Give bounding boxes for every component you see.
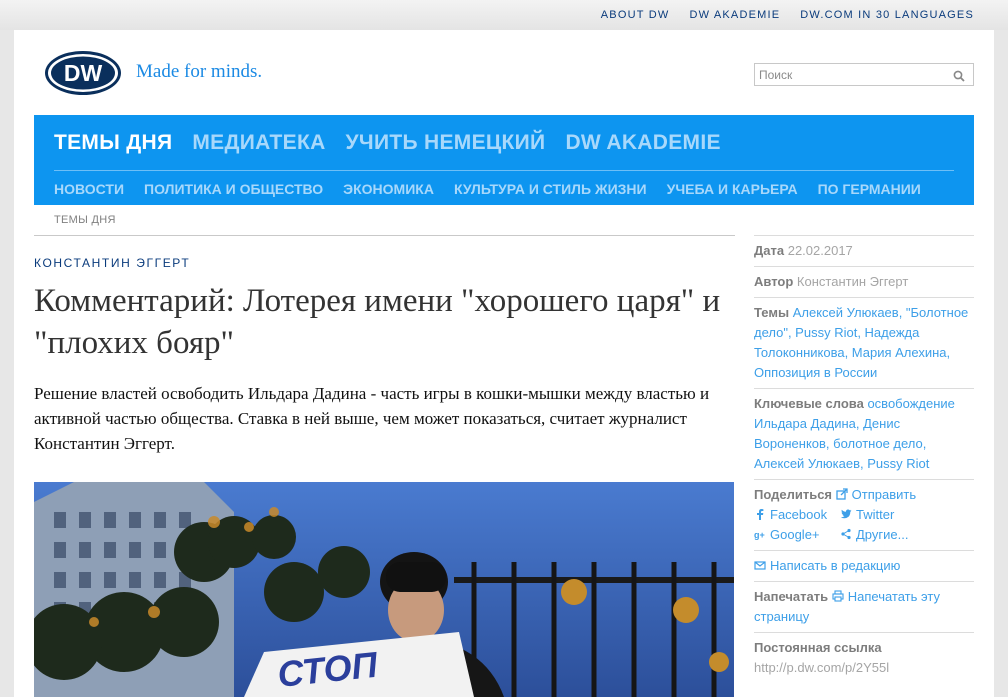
main-navigation: ТЕМЫ ДНЯ МЕДИАТЕКА УЧИТЬ НЕМЕЦКИЙ DW AKA… <box>34 115 974 205</box>
google-plus-icon: g+ <box>754 530 765 540</box>
utility-links: ABOUT DW DW AKADEMIE DW.COM IN 30 LANGUA… <box>601 9 974 21</box>
content-divider <box>34 235 735 236</box>
tagline: Made for minds. <box>136 61 263 82</box>
nav-tab-learn-german[interactable]: УЧИТЬ НЕМЕЦКИЙ <box>346 131 546 155</box>
subnav-economy[interactable]: ЭКОНОМИКА <box>343 181 434 197</box>
share-other-link[interactable]: Другие... <box>840 525 960 545</box>
other-label: Другие... <box>856 527 909 542</box>
write-editor-link[interactable]: Написать в редакцию <box>754 558 900 573</box>
search-icon[interactable] <box>953 69 965 82</box>
date-label: Дата <box>754 243 785 258</box>
subnav-politics[interactable]: ПОЛИТИКА И ОБЩЕСТВО <box>144 181 323 197</box>
subnav-news[interactable]: НОВОСТИ <box>54 181 124 197</box>
search-input[interactable] <box>755 64 945 85</box>
share-label: Поделиться <box>754 487 833 502</box>
author-value: Константин Эггерт <box>796 274 909 289</box>
dw-akademie-link[interactable]: DW AKADEMIE <box>689 9 780 21</box>
subnav-culture[interactable]: КУЛЬТУРА И СТИЛЬ ЖИЗНИ <box>454 181 647 197</box>
share-options: Facebook Twitter g+ Google+ Другие... <box>754 505 974 545</box>
svg-text:g+: g+ <box>754 530 765 540</box>
dw-logo-icon: DW <box>45 51 121 95</box>
nav-tab-media[interactable]: МЕДИАТЕКА <box>192 131 325 155</box>
share-icon <box>841 528 851 540</box>
send-icon <box>836 488 848 500</box>
article-metadata-sidebar: Дата 22.02.2017 Автор Константин Эггерт … <box>754 235 974 683</box>
share-google-link[interactable]: g+ Google+ <box>754 525 840 545</box>
article-photo[interactable]: СТОП <box>34 482 734 697</box>
meta-date-row: Дата 22.02.2017 <box>754 235 974 266</box>
article-headline: Комментарий: Лотерея имени "хорошего цар… <box>34 283 721 361</box>
primary-nav: ТЕМЫ ДНЯ МЕДИАТЕКА УЧИТЬ НЕМЕЦКИЙ DW AKA… <box>54 131 721 155</box>
page-container: DW Made for minds. ТЕМЫ ДНЯ МЕДИАТЕКА УЧ… <box>14 30 994 697</box>
subnav-education[interactable]: УЧЕБА И КАРЬЕРА <box>667 181 798 197</box>
envelope-icon <box>754 561 766 570</box>
write-editor-label: Написать в редакцию <box>770 558 901 573</box>
share-row: Поделиться Отправить Facebook Twitter g+… <box>754 479 974 550</box>
facebook-icon <box>757 509 764 520</box>
svg-text:DW: DW <box>64 60 103 86</box>
about-dw-link[interactable]: ABOUT DW <box>601 9 670 21</box>
languages-link[interactable]: DW.COM IN 30 LANGUAGES <box>800 9 974 21</box>
topics-label: Темы <box>754 305 790 320</box>
permalink-value[interactable]: http://p.dw.com/p/2Y55l <box>754 658 974 678</box>
twitter-icon <box>840 509 852 519</box>
article-lead: Решение властей освободить Ильдара Дадин… <box>34 384 710 453</box>
twitter-label: Twitter <box>856 507 895 522</box>
facebook-label: Facebook <box>770 507 828 522</box>
permalink-row: Постоянная ссылка http://p.dw.com/p/2Y55… <box>754 632 974 683</box>
subnav-germany[interactable]: ПО ГЕРМАНИИ <box>818 181 921 197</box>
meta-author-row: Автор Константин Эггерт <box>754 266 974 297</box>
share-twitter-link[interactable]: Twitter <box>840 505 960 525</box>
permalink-label: Постоянная ссылка <box>754 640 882 655</box>
secondary-nav: НОВОСТИ ПОЛИТИКА И ОБЩЕСТВО ЭКОНОМИКА КУ… <box>54 181 921 197</box>
top-utility-bar: ABOUT DW DW AKADEMIE DW.COM IN 30 LANGUA… <box>0 0 1008 30</box>
nav-divider <box>54 170 954 171</box>
search-box[interactable] <box>754 63 974 86</box>
share-facebook-link[interactable]: Facebook <box>754 505 840 525</box>
print-label: Напечатать <box>754 589 829 604</box>
article-kicker[interactable]: КОНСТАНТИН ЭГГЕРТ <box>34 256 190 270</box>
share-send-link[interactable]: Отправить <box>836 487 916 502</box>
nav-tab-top-stories[interactable]: ТЕМЫ ДНЯ <box>54 131 172 155</box>
breadcrumb[interactable]: ТЕМЫ ДНЯ <box>54 214 116 226</box>
dw-logo[interactable]: DW <box>44 50 124 96</box>
keywords-label: Ключевые слова <box>754 396 864 411</box>
author-label: Автор <box>754 274 794 289</box>
protest-photo-image: СТОП <box>34 482 734 697</box>
send-label: Отправить <box>851 487 917 502</box>
google-label: Google+ <box>770 527 820 542</box>
date-value: 22.02.2017 <box>787 243 853 258</box>
write-editor-row: Написать в редакцию <box>754 550 974 581</box>
meta-keywords-row: Ключевые слова освобождение Ильдара Дади… <box>754 388 974 479</box>
nav-tab-dw-akademie[interactable]: DW AKADEMIE <box>565 131 720 155</box>
print-row: Напечатать Напечатать эту страницу <box>754 581 974 632</box>
printer-icon <box>832 590 844 602</box>
meta-topics-row: Темы Алексей Улюкаев, "Болотное дело", P… <box>754 297 974 388</box>
